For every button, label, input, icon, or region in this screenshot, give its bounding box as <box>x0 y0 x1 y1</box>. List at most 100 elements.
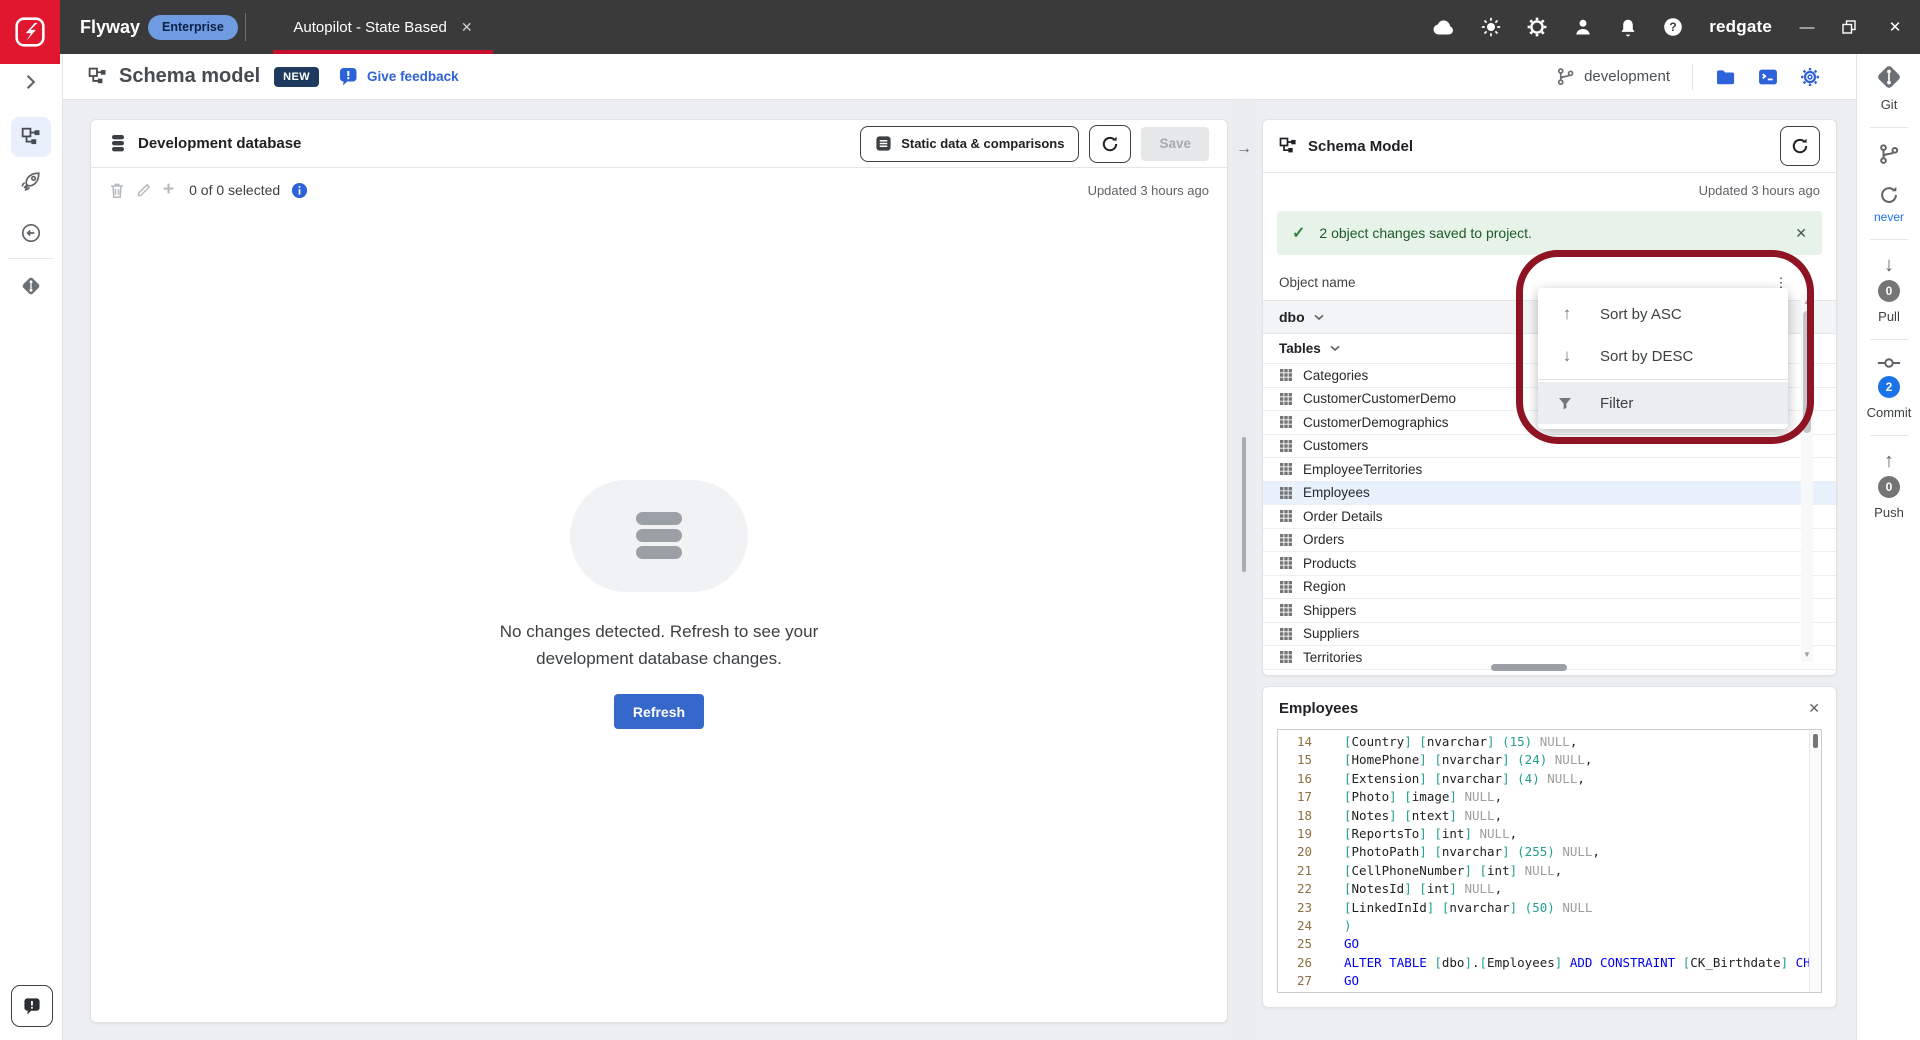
panel-splitter[interactable]: → <box>1232 100 1256 1040</box>
menu-item-sort-asc[interactable]: ↑ Sort by ASC <box>1538 293 1788 335</box>
table-row[interactable]: Employees <box>1263 482 1836 506</box>
tab-title: Autopilot - State Based <box>293 19 446 36</box>
commit-icon[interactable] <box>1877 355 1901 371</box>
code-line: 23[LinkedInId] [nvarchar] (50) NULL <box>1278 899 1821 917</box>
table-row[interactable]: Order Details <box>1263 505 1836 529</box>
git-icon[interactable] <box>1876 64 1902 90</box>
chevron-right-icon <box>25 74 37 90</box>
table-row[interactable]: Shippers <box>1263 599 1836 623</box>
database-icon <box>634 512 684 560</box>
table-grid-icon <box>1279 556 1293 570</box>
git-refresh-icon[interactable] <box>1879 185 1899 205</box>
code-scrollbar-thumb[interactable] <box>1813 734 1818 748</box>
code-scrollbar[interactable] <box>1809 730 1821 992</box>
line-text: [LinkedInId] [nvarchar] (50) NULL <box>1344 899 1592 917</box>
push-icon[interactable]: ↑ <box>1884 451 1894 471</box>
line-number: 18 <box>1278 807 1322 825</box>
dev-updated-timestamp: Updated 3 hours ago <box>1088 183 1209 198</box>
feedback-button[interactable] <box>11 985 53 1027</box>
git-label: Git <box>1881 97 1898 112</box>
refresh-dev-button[interactable] <box>1089 125 1131 163</box>
collapse-panel-arrow-icon[interactable]: → <box>1232 140 1256 158</box>
menu-item-sort-desc[interactable]: ↓ Sort by DESC <box>1538 335 1788 377</box>
settings-icon[interactable] <box>1527 17 1547 37</box>
static-data-comparisons-button[interactable]: Static data & comparisons <box>860 126 1079 162</box>
expand-sidebar-button[interactable] <box>11 62 51 102</box>
table-grid-icon <box>1279 650 1293 664</box>
sidebar-item-migrations[interactable] <box>11 213 51 253</box>
horizontal-scrollbar-thumb[interactable] <box>1491 664 1567 671</box>
circle-arrow-left-icon <box>21 223 41 243</box>
scroll-up-icon[interactable]: ▲ <box>1801 297 1813 307</box>
sidebar-item-pipelines[interactable] <box>11 161 51 201</box>
last-refresh-status[interactable]: never <box>1874 210 1904 224</box>
splitter-drag-handle[interactable] <box>1242 437 1246 572</box>
dev-panel-title: Development database <box>138 135 301 152</box>
line-number: 24 <box>1278 917 1322 935</box>
pull-icon[interactable]: ↓ <box>1884 255 1894 275</box>
folder-icon[interactable] <box>1715 68 1736 86</box>
flyway-app-window: Flyway Enterprise Autopilot - State Base… <box>0 0 1920 1040</box>
notifications-icon[interactable] <box>1619 17 1637 37</box>
tab-autopilot-state-based[interactable]: Autopilot - State Based ✕ <box>273 0 493 54</box>
table-row[interactable]: Customers <box>1263 435 1836 459</box>
branch-selector[interactable]: development <box>1556 67 1670 86</box>
branch-icon[interactable] <box>1878 143 1900 165</box>
cloud-icon[interactable] <box>1433 19 1455 35</box>
code-line: 14[Country] [nvarchar] (15) NULL, <box>1278 733 1821 751</box>
table-grid-icon <box>1279 580 1293 594</box>
table-row[interactable]: Region <box>1263 576 1836 600</box>
gear-icon[interactable] <box>1800 67 1820 87</box>
add-icon[interactable]: + <box>163 182 174 198</box>
schema-updated-timestamp: Updated 3 hours ago <box>1699 183 1820 198</box>
minimize-button[interactable]: — <box>1798 19 1816 36</box>
scrollbar-thumb[interactable] <box>1803 311 1811 433</box>
refresh-button[interactable]: Refresh <box>614 694 704 729</box>
table-row[interactable]: EmployeeTerritories <box>1263 458 1836 482</box>
banner-close-icon[interactable]: ✕ <box>1795 225 1807 242</box>
code-line: 22[NotesId] [int] NULL, <box>1278 880 1821 898</box>
table-row[interactable]: Products <box>1263 552 1836 576</box>
scroll-down-icon[interactable]: ▼ <box>1801 650 1813 660</box>
refresh-schema-button[interactable] <box>1780 126 1820 166</box>
restore-button[interactable] <box>1842 20 1860 34</box>
empty-state-message: No changes detected. Refresh to see your… <box>91 618 1227 672</box>
give-feedback-link[interactable]: Give feedback <box>339 67 459 86</box>
save-button[interactable]: Save <box>1141 127 1209 161</box>
menu-item-filter[interactable]: Filter <box>1538 382 1788 424</box>
sql-code-viewer[interactable]: 14[Country] [nvarchar] (15) NULL, 15[Hom… <box>1277 729 1822 993</box>
detail-close-icon[interactable]: ✕ <box>1808 700 1820 717</box>
arrow-up-icon: ↑ <box>1558 304 1576 324</box>
flyway-logo <box>0 0 60 64</box>
table-row[interactable]: Suppliers <box>1263 623 1836 647</box>
refresh-icon <box>1101 135 1119 153</box>
edit-icon[interactable] <box>136 182 152 198</box>
help-icon[interactable]: ? <box>1663 17 1683 37</box>
redgate-logo: redgate <box>1709 17 1772 37</box>
line-text: [HomePhone] [nvarchar] (24) NULL, <box>1344 751 1592 769</box>
account-icon[interactable] <box>1573 17 1593 37</box>
refresh-icon <box>1791 137 1809 155</box>
left-sidebar <box>0 54 63 1040</box>
tab-close-icon[interactable]: ✕ <box>461 19 473 36</box>
sidebar-item-schema-model[interactable] <box>11 117 51 157</box>
pull-count-badge: 0 <box>1878 280 1900 302</box>
new-badge: NEW <box>274 67 319 87</box>
pull-label: Pull <box>1878 309 1900 324</box>
close-button[interactable]: ✕ <box>1886 18 1904 36</box>
sidebar-item-git[interactable] <box>11 266 51 306</box>
branch-name: development <box>1584 68 1670 85</box>
line-number: 16 <box>1278 770 1322 788</box>
object-name-column-header: Object name <box>1279 275 1356 290</box>
line-text: [CellPhoneNumber] [int] NULL, <box>1344 862 1562 880</box>
terminal-icon[interactable] <box>1758 68 1778 86</box>
info-icon[interactable] <box>291 182 308 199</box>
table-list-scrollbar[interactable]: ▲ ▼ <box>1801 295 1813 662</box>
table-grid-icon <box>1279 533 1293 547</box>
table-grid-icon <box>1279 462 1293 476</box>
empty-state: No changes detected. Refresh to see your… <box>91 480 1227 729</box>
delete-icon[interactable] <box>109 182 125 199</box>
table-row[interactable]: Orders <box>1263 529 1836 553</box>
theme-icon[interactable] <box>1481 17 1501 37</box>
dev-panel-header: Development database Static data & compa… <box>91 120 1227 168</box>
